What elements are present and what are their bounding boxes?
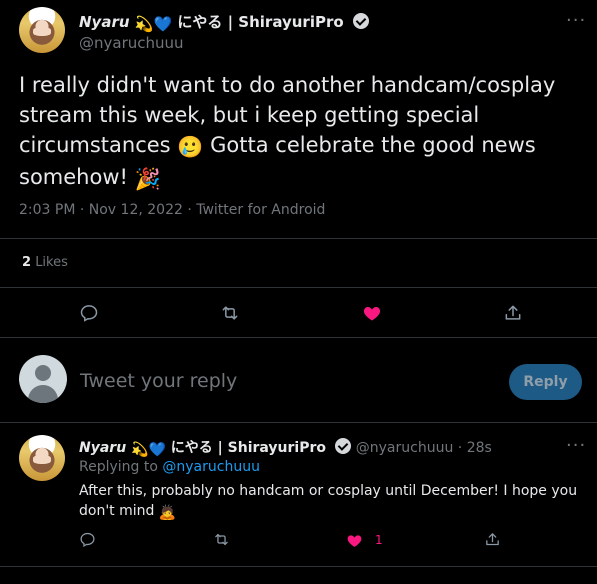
tweet-meta: 2:03 PM · Nov 12, 2022 · Twitter for And… (19, 202, 326, 218)
separator-dot: · (457, 440, 463, 456)
reply-tweet-author[interactable]: Nyaru 💫💙 にやる | ShirayuriPro (79, 438, 356, 458)
person-icon-head (35, 365, 51, 381)
main-tweet-author[interactable]: Nyaru 💫💙 にやる | ShirayuriPro (79, 11, 369, 33)
reply-button[interactable]: Reply (509, 364, 582, 400)
likes-stat[interactable]: 2 Likes (22, 255, 68, 270)
divider (0, 238, 597, 239)
reply-tweet-text: After this, probably no handcam or cospl… (79, 481, 584, 523)
blue-heart-emoji: 💙 (148, 442, 166, 458)
tweet-text-line: don't mind 🙇 (79, 501, 584, 523)
like-icon[interactable] (362, 303, 382, 323)
reply-tweet-avatar[interactable] (19, 435, 65, 481)
tweet-text-line: somehow! 🎉 (19, 162, 584, 194)
main-tweet-handle[interactable]: @nyaruchuuu (79, 34, 184, 52)
replying-to: Replying to @nyaruchuuu (79, 459, 260, 475)
tweet-text-fragment: somehow! (19, 165, 128, 189)
like-icon[interactable] (346, 532, 363, 549)
share-icon[interactable] (503, 303, 523, 323)
dizzy-emoji: 💫 (134, 15, 154, 33)
tweet-text-line: stream this week, but i keep getting spe… (19, 103, 480, 127)
tweet-text-line: After this, probably no handcam or cospl… (79, 483, 578, 499)
divider (0, 337, 597, 338)
tweet-text-line: I really didn't want to do another handc… (19, 73, 556, 97)
display-name: Nyaru (79, 440, 127, 456)
tweet-text-line: circumstances 🥲 Gotta celebrate the good… (19, 130, 584, 162)
smiling-tear-emoji: 🥲 (177, 135, 204, 159)
reply-icon[interactable] (79, 303, 99, 323)
display-name-suffix: にやる | ShirayuriPro (170, 440, 327, 456)
divider (0, 422, 597, 423)
like-count: 1 (375, 533, 383, 547)
retweet-icon[interactable] (220, 303, 240, 323)
person-icon-body (28, 385, 58, 403)
display-name-suffix: にやる | ShirayuriPro (177, 13, 344, 31)
reply-tweet-header: Nyaru 💫💙 にやる | ShirayuriPro @nyaruchuuu … (79, 437, 492, 458)
compose-avatar (19, 355, 67, 403)
reply-icon[interactable] (79, 531, 96, 548)
display-name: Nyaru (79, 13, 130, 31)
retweet-icon[interactable] (213, 531, 230, 548)
more-options-icon[interactable]: ··· (566, 437, 586, 455)
tweet-text-fragment: circumstances (19, 133, 171, 157)
tweet-text-fragment: don't mind (79, 503, 155, 519)
verified-badge-icon (352, 13, 369, 29)
reply-input[interactable]: Tweet your reply (80, 370, 237, 392)
divider (0, 287, 597, 288)
main-tweet-text: I really didn't want to do another handc… (19, 70, 584, 194)
more-options-icon[interactable]: ··· (566, 12, 586, 30)
bowing-person-emoji: 🙇 (158, 505, 177, 521)
dizzy-emoji: 💫 (131, 442, 149, 458)
likes-count: 2 (22, 255, 32, 270)
tweet-text-fragment: Gotta celebrate the good news (210, 133, 536, 157)
share-icon[interactable] (484, 531, 501, 548)
main-tweet-avatar[interactable] (19, 7, 65, 53)
divider (0, 566, 597, 567)
reply-tweet-time[interactable]: 28s (467, 440, 492, 456)
blue-heart-emoji: 💙 (153, 15, 173, 33)
reply-tweet-handle[interactable]: @nyaruchuuu (356, 440, 454, 456)
replying-to-prefix: Replying to (79, 459, 158, 475)
replying-to-link[interactable]: @nyaruchuuu (162, 459, 260, 475)
verified-badge-icon (334, 438, 351, 454)
party-popper-emoji: 🎉 (134, 167, 161, 191)
likes-label: Likes (35, 255, 68, 270)
